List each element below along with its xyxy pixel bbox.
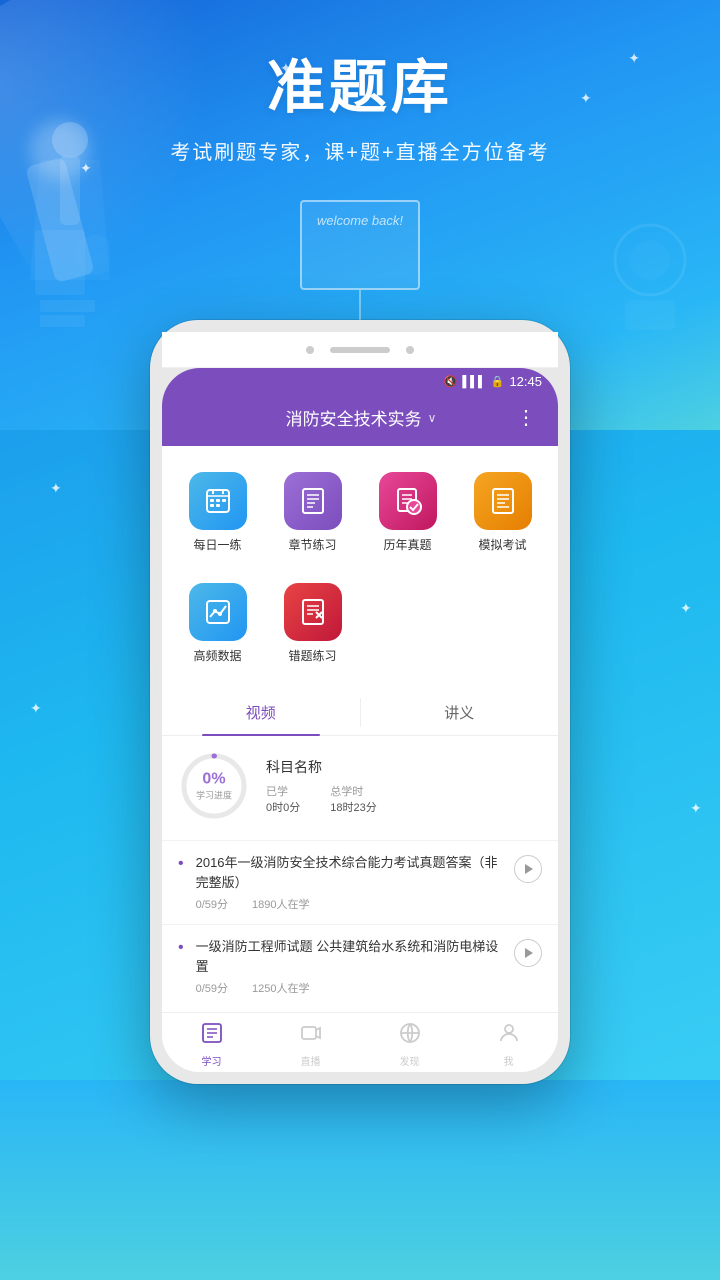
signal-icon: ▌▌▌ (462, 376, 485, 388)
daily-practice-label: 每日一练 (193, 536, 241, 553)
tab-video[interactable]: 视频 (162, 690, 360, 735)
daily-practice-icon (189, 472, 247, 530)
sparkle-7: ✦ (690, 800, 702, 817)
front-sensor (406, 346, 414, 354)
progress-text: 0% 学习进度 (196, 771, 232, 802)
phone-shell: 🔇 ▌▌▌ 🔒 12:45 消防安全技术实务 ∨ ⋮ (150, 320, 570, 1084)
studied-time: 已学 0时0分 (266, 783, 300, 815)
sparkle-5: ✦ (680, 600, 692, 617)
subject-name: 科目名称 (266, 757, 542, 777)
wrong-answers-icon (284, 583, 342, 641)
me-nav-icon (497, 1021, 521, 1051)
bottom-navigation: 学习 直播 (162, 1012, 558, 1072)
high-freq-icon (189, 583, 247, 641)
total-time: 总学时 18时23分 (330, 783, 376, 815)
feature-grid-row1: 每日一练 章节练习 (162, 446, 558, 571)
content-tabs: 视频 讲义 (162, 690, 558, 736)
course-score-2: 0/59分 (196, 980, 228, 996)
feature-grid-row2: 高频数据 (162, 571, 558, 686)
discover-nav-icon (398, 1021, 422, 1051)
nav-item-study[interactable]: 学习 (162, 1021, 261, 1068)
study-nav-icon (200, 1021, 224, 1051)
course-title-1: 2016年一级消防安全技术综合能力考试真题答案（非完整版） (196, 853, 506, 892)
live-nav-label: 直播 (301, 1053, 321, 1068)
live-nav-icon (299, 1021, 323, 1051)
feature-daily-practice[interactable]: 每日一练 (172, 464, 263, 561)
feature-mock-exam[interactable]: 模拟考试 (457, 464, 548, 561)
hero-title: 准题库 (0, 40, 720, 124)
course-item-content-2: 一级消防工程师试题 公共建筑给水系统和消防电梯设置 0/59分 1250人在学 (196, 937, 506, 996)
mock-exam-icon (474, 472, 532, 530)
deco-right (610, 220, 690, 345)
play-icon-2 (525, 948, 533, 958)
speaker-grille (330, 347, 390, 353)
course-item-content-1: 2016年一级消防安全技术综合能力考试真题答案（非完整版） 0/59分 1890… (196, 853, 506, 912)
sparkle-4: ✦ (50, 480, 62, 497)
course-list: • 2016年一级消防安全技术综合能力考试真题答案（非完整版） 0/59分 18… (162, 836, 558, 1012)
feature-wrong-answers[interactable]: 错题练习 (267, 575, 358, 672)
battery-icon: 🔒 (491, 375, 505, 388)
study-nav-label: 学习 (202, 1053, 222, 1068)
course-title: 消防安全技术实务 (286, 405, 422, 430)
discover-nav-label: 发现 (400, 1053, 420, 1068)
course-meta-2: 0/59分 1250人在学 (196, 980, 506, 996)
feature-high-freq[interactable]: 高频数据 (172, 575, 263, 672)
phone-top-bar (162, 332, 558, 368)
deco-left (30, 220, 110, 345)
mute-icon: 🔇 (444, 375, 458, 388)
progress-section: 0% 学习进度 科目名称 已学 0时0分 总学时 (162, 736, 558, 836)
phone-mockup: 🔇 ▌▌▌ 🔒 12:45 消防安全技术实务 ∨ ⋮ (150, 320, 570, 1084)
sparkle-6: ✦ (30, 700, 42, 717)
play-button-1[interactable] (514, 855, 542, 883)
camera-dot (306, 346, 314, 354)
play-button-2[interactable] (514, 939, 542, 967)
hero-subtitle: 考试刷题专家，课+题+直播全方位备考 (0, 136, 720, 165)
whiteboard-decoration: welcome back! (300, 200, 420, 338)
course-item-2[interactable]: • 一级消防工程师试题 公共建筑给水系统和消防电梯设置 0/59分 1250人在… (162, 924, 558, 1008)
more-options-button[interactable]: ⋮ (516, 405, 538, 430)
course-bullet-2: • (178, 939, 184, 957)
hero-text-area: 准题库 考试刷题专家，课+题+直播全方位备考 (0, 40, 720, 165)
chapter-practice-label: 章节练习 (288, 536, 336, 553)
me-nav-label: 我 (504, 1053, 514, 1068)
course-students-1: 1890人在学 (252, 896, 309, 912)
high-freq-label: 高频数据 (193, 647, 241, 664)
play-icon-1 (525, 864, 533, 874)
nav-item-discover[interactable]: 发现 (360, 1021, 459, 1068)
past-exams-icon (379, 472, 437, 530)
feature-past-exams[interactable]: 历年真题 (362, 464, 453, 561)
mock-exam-label: 模拟考试 (478, 536, 526, 553)
app-header-title[interactable]: 消防安全技术实务 ∨ (286, 405, 437, 430)
app-main-content: 每日一练 章节练习 (162, 446, 558, 1072)
past-exams-label: 历年真题 (383, 536, 431, 553)
course-students-2: 1250人在学 (252, 980, 309, 996)
app-header: 消防安全技术实务 ∨ ⋮ (162, 395, 558, 446)
nav-item-live[interactable]: 直播 (261, 1021, 360, 1068)
bottom-background (0, 1080, 720, 1280)
feature-chapter-practice[interactable]: 章节练习 (267, 464, 358, 561)
chevron-down-icon: ∨ (428, 411, 437, 425)
tab-notes[interactable]: 讲义 (361, 690, 559, 735)
chapter-practice-icon (284, 472, 342, 530)
course-item[interactable]: • 2016年一级消防安全技术综合能力考试真题答案（非完整版） 0/59分 18… (162, 840, 558, 924)
progress-circle: 0% 学习进度 (178, 750, 250, 822)
course-meta-1: 0/59分 1890人在学 (196, 896, 506, 912)
status-bar: 🔇 ▌▌▌ 🔒 12:45 (162, 368, 558, 395)
time-info-row: 已学 0时0分 总学时 18时23分 (266, 783, 542, 815)
progress-info: 科目名称 已学 0时0分 总学时 18时23分 (266, 757, 542, 815)
course-score-1: 0/59分 (196, 896, 228, 912)
wrong-answers-label: 错题练习 (288, 647, 336, 664)
welcome-text: welcome back! (302, 202, 418, 240)
phone-screen: 🔇 ▌▌▌ 🔒 12:45 消防安全技术实务 ∨ ⋮ (162, 368, 558, 1072)
nav-item-me[interactable]: 我 (459, 1021, 558, 1068)
time-display: 12:45 (509, 374, 542, 389)
course-bullet-1: • (178, 855, 184, 873)
course-title-2: 一级消防工程师试题 公共建筑给水系统和消防电梯设置 (196, 937, 506, 976)
status-icons: 🔇 ▌▌▌ 🔒 12:45 (444, 374, 542, 389)
